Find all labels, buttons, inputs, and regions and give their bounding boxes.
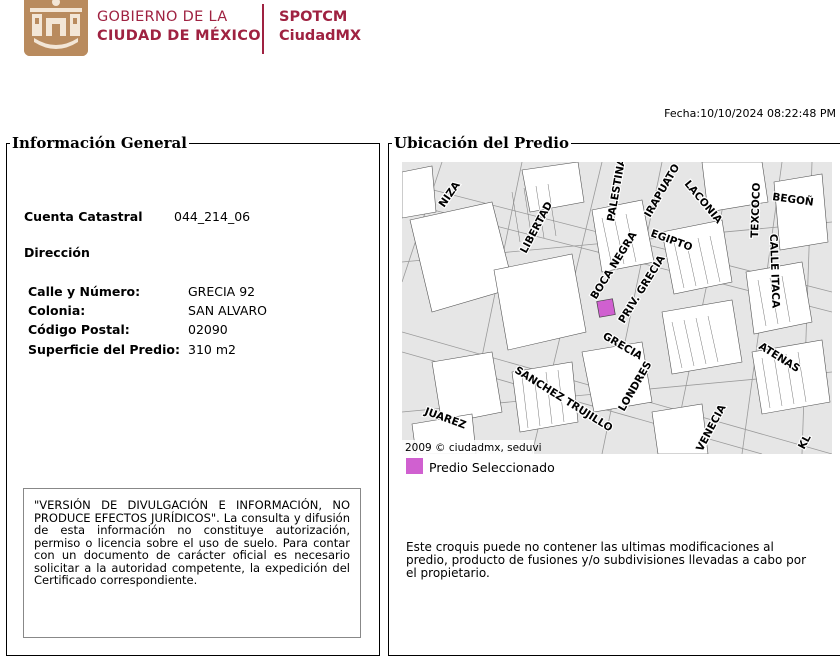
street-label-texcoco: TEXCOCO [749,182,763,238]
direccion-label: Dirección [24,245,90,260]
report-date: Fecha:10/10/2024 08:22:48 PM [664,107,836,120]
selected-parcel-swatch [406,458,423,474]
government-name: GOBIERNO DE LA CIUDAD DE MÉXICO [97,8,261,46]
location-legend: Ubicación del Predio [394,134,569,152]
gov-line-1: GOBIERNO DE LA [97,9,228,25]
calle-label: Calle y Número: [28,284,141,299]
app-name: SPOTCM CiudadMX [279,8,361,46]
map-copyright: 2009 © ciudadmx, seduvi [405,442,542,454]
government-seal-icon [24,0,88,56]
cuenta-catastral-value: 044_214_06 [174,209,251,224]
general-info-legend: Información General [12,134,187,152]
app-line-2: CiudadMX [279,28,362,44]
gov-line-2: CIUDAD DE MÉXICO [97,28,261,44]
selected-parcel-legend: Predio Seleccionado [429,460,555,475]
colonia-label: Colonia: [28,303,86,318]
codigo-postal-value: 02090 [188,322,228,337]
superficie-label: Superficie del Predio: [28,342,180,357]
app-line-1: SPOTCM [279,9,348,25]
codigo-postal-label: Código Postal: [28,322,130,337]
superficie-value: 310 m2 [188,342,236,357]
selected-parcel[interactable] [596,298,616,318]
legal-disclaimer: "VERSIÓN DE DIVULGACIÓN E INFORMACIÓN, N… [23,488,361,638]
map-disclaimer-note: Este croquis puede no contener las ultim… [406,540,807,580]
cuenta-catastral-label: Cuenta Catastral [24,209,143,224]
calle-value: GRECIA 92 [188,284,256,299]
colonia-value: SAN ALVARO [188,303,268,318]
location-map[interactable]: NIZA PALESTINA IRAPUATO LACONIA TEXCOCO … [402,162,832,454]
header-divider [262,4,264,54]
header: GOBIERNO DE LA CIUDAD DE MÉXICO SPOTCM C… [0,0,840,60]
